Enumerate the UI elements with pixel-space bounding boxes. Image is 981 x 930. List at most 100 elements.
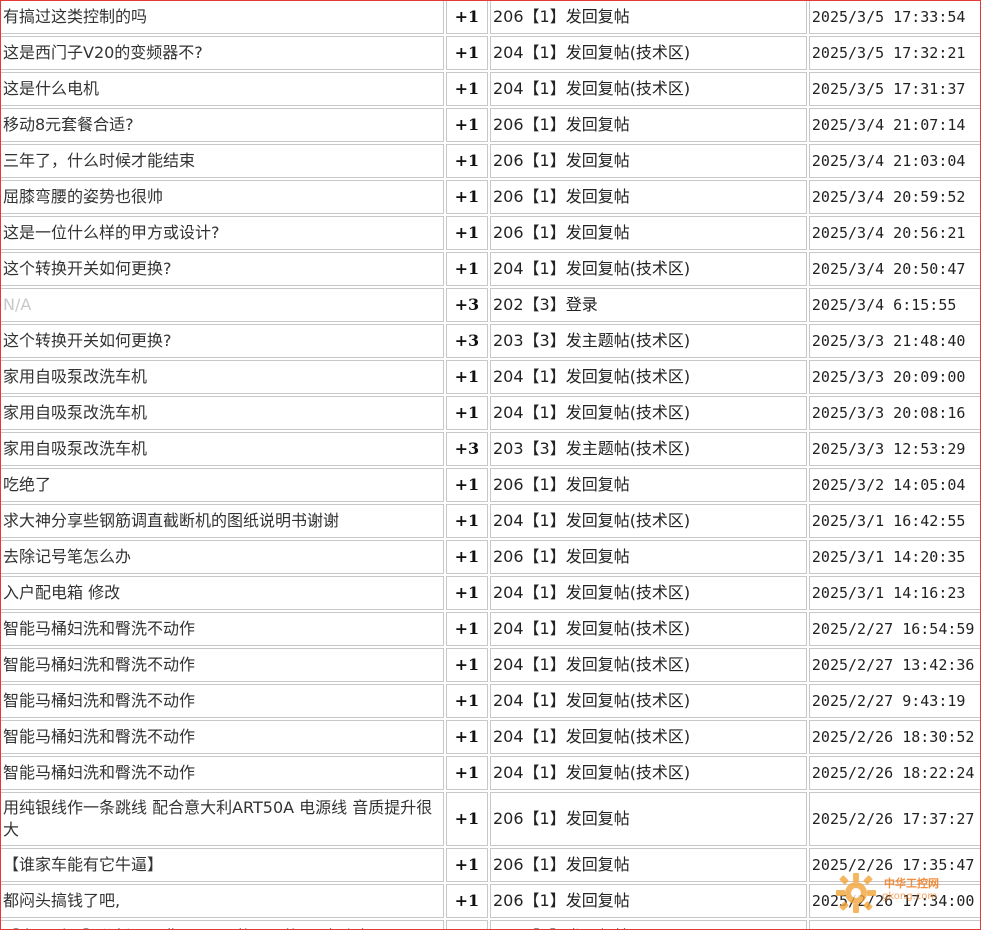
points-cell: +1 [445,1,488,34]
timestamp-cell: 2025/2/26 18:22:24 [808,756,980,790]
thread-title-cell[interactable]: 【今日话题】分析一下曹思2024状况可能... 请讨论 [1,920,444,929]
points-cell: +1 [445,36,488,70]
points-cell: +1 [445,684,488,718]
action-cell: 204【1】发回复帖(技术区) [489,756,807,790]
table-row: 去除记号笔怎么办 +1 206【1】发回复帖 2025/3/1 14:20:35 [1,540,980,574]
action-cell: 204【1】发回复帖(技术区) [489,684,807,718]
thread-title-cell[interactable]: 求大神分享些钢筋调直截断机的图纸说明书谢谢 [1,504,444,538]
timestamp-cell: 2025/3/1 14:16:23 [808,576,980,610]
points-cell: +1 [445,648,488,682]
thread-title-cell[interactable]: 三年了，什么时候才能结束 [1,144,444,178]
thread-title-cell[interactable]: 屈膝弯腰的姿势也很帅 [1,180,444,214]
timestamp-cell: 2025/3/4 20:50:47 [808,252,980,286]
thread-title-cell[interactable]: 【谁家车能有它牛逼】 [1,848,444,882]
table-row: 智能马桶妇洗和臀洗不动作 +1 204【1】发回复帖(技术区) 2025/2/27 1… [1,648,980,682]
points-cell: +1 [445,920,488,929]
points-cell: +3 [445,324,488,358]
table-row: N/A +3 202【3】登录 2025/3/4 6:15:55 [1,288,980,322]
points-cell: +1 [445,884,488,918]
table-row: 这是一位什么样的甲方或设计? +1 206【1】发回复帖 2025/3/4 20:56… [1,216,980,250]
thread-title-cell[interactable]: 移动8元套餐合适? [1,108,444,142]
points-cell: +1 [445,540,488,574]
timestamp-cell: 2025/3/1 14:20:35 [808,540,980,574]
thread-title-cell[interactable]: 家用自吸泵改洗车机 [1,432,444,466]
timestamp-cell: 2025/2/26 18:30:52 [808,720,980,754]
thread-title-cell[interactable]: 都闷头搞钱了吧, [1,884,444,918]
timestamp-cell: 2025/3/1 16:42:55 [808,504,980,538]
points-log-table: 有搞过这类控制的吗 +1 206【1】发回复帖 2025/3/5 17:33:54 这是… [1,1,980,929]
points-cell: +1 [445,72,488,106]
points-cell: +1 [445,360,488,394]
table-row: 智能马桶妇洗和臀洗不动作 +1 204【1】发回复帖(技术区) 2025/2/27 1… [1,612,980,646]
points-cell: +3 [445,432,488,466]
table-row: 智能马桶妇洗和臀洗不动作 +1 204【1】发回复帖(技术区) 2025/2/26 1… [1,720,980,754]
thread-title-cell[interactable]: 这是西门子V20的变频器不? [1,36,444,70]
action-cell: 204【1】发回复帖(技术区) [489,504,807,538]
timestamp-cell: 2025/3/5 17:33:54 [808,1,980,34]
table-row: 吃绝了 +1 206【1】发回复帖 2025/3/2 14:05:04 [1,468,980,502]
action-cell: 204【1】发回复帖(技术区) [489,720,807,754]
thread-title-cell[interactable]: 智能马桶妇洗和臀洗不动作 [1,612,444,646]
points-cell: +1 [445,576,488,610]
table-row: 有搞过这类控制的吗 +1 206【1】发回复帖 2025/3/5 17:33:54 [1,1,980,34]
action-cell: 206【1】发回复帖 [489,468,807,502]
points-cell: +1 [445,108,488,142]
thread-title-cell[interactable]: 这个转换开关如何更换? [1,252,444,286]
points-cell: +1 [445,612,488,646]
timestamp-cell: 2025/3/3 12:53:29 [808,432,980,466]
table-row: 都闷头搞钱了吧, +1 206【1】发回复帖 2025/2/26 17:34:00 [1,884,980,918]
timestamp-cell: 2025/3/3 21:48:40 [808,324,980,358]
table-row: 【谁家车能有它牛逼】 +1 206【1】发回复帖 2025/2/26 17:35:47 [1,848,980,882]
timestamp-cell: 2025/3/4 20:56:21 [808,216,980,250]
action-cell: 206【1】发回复帖 [489,920,807,929]
action-cell: 204【1】发回复帖(技术区) [489,396,807,430]
thread-title-cell[interactable]: 用纯银线作一条跳线 配合意大利ART50A 电源线 音质提升很大 [1,792,444,846]
timestamp-cell: 2025/2/26 17:34:00 [808,884,980,918]
thread-title-cell[interactable]: 智能马桶妇洗和臀洗不动作 [1,648,444,682]
table-row: 这个转换开关如何更换? +3 203【3】发主题帖(技术区) 2025/3/3 21:… [1,324,980,358]
table-row: 移动8元套餐合适? +1 206【1】发回复帖 2025/3/4 21:07:14 [1,108,980,142]
timestamp-cell: 2025/2/27 13:42:36 [808,648,980,682]
table-row: 【今日话题】分析一下曹思2024状况可能... 请讨论+1206【1】发回复帖2… [1,920,980,929]
thread-title-cell[interactable]: 这是什么电机 [1,72,444,106]
points-cell: +1 [445,720,488,754]
points-cell: +1 [445,144,488,178]
timestamp-cell: 2025/3/4 21:03:04 [808,144,980,178]
points-log-frame: 有搞过这类控制的吗 +1 206【1】发回复帖 2025/3/5 17:33:54 这是… [0,0,981,930]
table-row: 智能马桶妇洗和臀洗不动作 +1 204【1】发回复帖(技术区) 2025/2/27 9… [1,684,980,718]
thread-title-cell[interactable]: 这是一位什么样的甲方或设计? [1,216,444,250]
action-cell: 206【1】发回复帖 [489,108,807,142]
action-cell: 206【1】发回复帖 [489,144,807,178]
action-cell: 204【1】发回复帖(技术区) [489,360,807,394]
table-row: 这是什么电机 +1 204【1】发回复帖(技术区) 2025/3/5 17:31:37 [1,72,980,106]
table-row: 这是西门子V20的变频器不? +1 204【1】发回复帖(技术区) 2025/3/5 … [1,36,980,70]
timestamp-cell: 2025/2/26 17:35:47 [808,848,980,882]
thread-title-cell[interactable]: 家用自吸泵改洗车机 [1,360,444,394]
timestamp-cell: 2025/3/5 17:32:21 [808,36,980,70]
action-cell: 206【1】发回复帖 [489,540,807,574]
timestamp-cell: 2025/3/4 21:07:14 [808,108,980,142]
points-cell: +1 [445,468,488,502]
thread-title-cell[interactable]: 智能马桶妇洗和臀洗不动作 [1,720,444,754]
thread-title-cell[interactable]: 智能马桶妇洗和臀洗不动作 [1,756,444,790]
thread-title-cell[interactable]: 去除记号笔怎么办 [1,540,444,574]
timestamp-cell: 2025/3/3 20:08:16 [808,396,980,430]
thread-title-cell[interactable]: 这个转换开关如何更换? [1,324,444,358]
table-row: 入户配电箱 修改 +1 204【1】发回复帖(技术区) 2025/3/1 14:16:… [1,576,980,610]
table-row: 用纯银线作一条跳线 配合意大利ART50A 电源线 音质提升很大 +1 206【1】… [1,792,980,846]
table-row: 家用自吸泵改洗车机 +1 204【1】发回复帖(技术区) 2025/3/3 20:09… [1,360,980,394]
action-cell: 206【1】发回复帖 [489,180,807,214]
table-row: 三年了，什么时候才能结束 +1 206【1】发回复帖 2025/3/4 21:03:0… [1,144,980,178]
thread-title-cell[interactable]: 吃绝了 [1,468,444,502]
thread-title-cell[interactable]: 有搞过这类控制的吗 [1,1,444,34]
table-row: 智能马桶妇洗和臀洗不动作 +1 204【1】发回复帖(技术区) 2025/2/26 1… [1,756,980,790]
thread-title-cell[interactable]: 家用自吸泵改洗车机 [1,396,444,430]
thread-title-cell[interactable]: N/A [1,288,444,322]
thread-title-cell[interactable]: 智能马桶妇洗和臀洗不动作 [1,684,444,718]
table-row: 屈膝弯腰的姿势也很帅 +1 206【1】发回复帖 2025/3/4 20:59:52 [1,180,980,214]
thread-title-cell[interactable]: 入户配电箱 修改 [1,576,444,610]
points-cell: +1 [445,396,488,430]
table-row: 家用自吸泵改洗车机 +3 203【3】发主题帖(技术区) 2025/3/3 12:53… [1,432,980,466]
points-cell: +1 [445,180,488,214]
table-row: 这个转换开关如何更换? +1 204【1】发回复帖(技术区) 2025/3/4 20:… [1,252,980,286]
